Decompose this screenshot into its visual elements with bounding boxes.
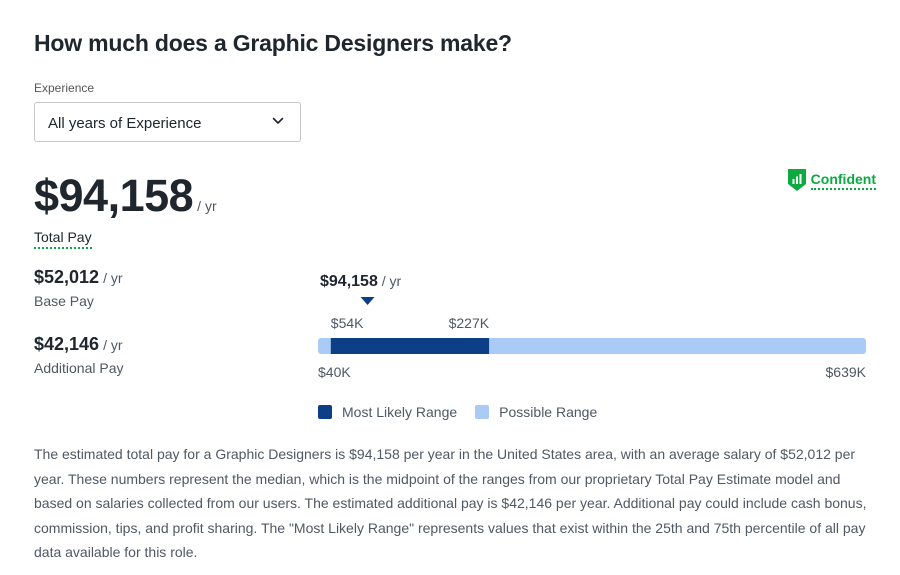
experience-selected-value: All years of Experience xyxy=(48,115,202,132)
legend-label-possible: Possible Range xyxy=(499,404,598,420)
base-pay-label: Base Pay xyxy=(34,293,94,309)
base-pay-amount: $52,012 xyxy=(34,267,100,287)
additional-pay-amount: $42,146 xyxy=(34,334,100,354)
legend-item-possible: Possible Range xyxy=(475,404,597,420)
possible-min-label: $40K xyxy=(318,364,351,380)
legend-label-most-likely: Most Likely Range xyxy=(342,404,458,420)
legend-swatch-most-likely xyxy=(318,405,332,419)
total-pay-amount: $94,158 xyxy=(34,170,194,221)
additional-pay: $42,146 / yr Additional Pay xyxy=(34,334,124,376)
shield-bar-chart-icon xyxy=(787,169,806,191)
pay-description: The estimated total pay for a Graphic De… xyxy=(34,446,867,560)
additional-pay-per: / yr xyxy=(103,337,123,353)
base-pay: $52,012 / yr Base Pay xyxy=(34,267,123,309)
page-title: How much does a Graphic Designers make? xyxy=(34,30,512,56)
total-pay: $94,158 / yr xyxy=(34,170,217,222)
total-pay-per: / yr xyxy=(197,198,217,214)
base-pay-per: / yr xyxy=(103,270,123,286)
legend-swatch-possible xyxy=(475,405,490,419)
most-likely-min-label: $54K xyxy=(331,315,364,331)
possible-max-label: $639K xyxy=(826,364,867,380)
confidence-label: Confident xyxy=(810,171,876,190)
legend-item-most-likely: Most Likely Range xyxy=(318,404,457,420)
median-value: $94,158 xyxy=(320,273,378,290)
median-marker-icon xyxy=(360,297,375,305)
chevron-down-icon xyxy=(272,117,284,124)
chart-legend: Most Likely Range Possible Range xyxy=(318,404,615,420)
median-marker-label: $94,158 / yr xyxy=(320,273,402,290)
additional-pay-label: Additional Pay xyxy=(34,360,124,376)
possible-range-bar xyxy=(318,338,866,354)
total-pay-label[interactable]: Total Pay xyxy=(34,229,92,249)
confidence-badge[interactable]: Confident xyxy=(787,168,876,192)
most-likely-max-label: $227K xyxy=(449,315,490,331)
median-per: / yr xyxy=(378,273,402,289)
experience-label: Experience xyxy=(34,81,95,95)
most-likely-range-bar xyxy=(330,338,490,354)
experience-select[interactable]: All years of Experience xyxy=(34,102,301,142)
